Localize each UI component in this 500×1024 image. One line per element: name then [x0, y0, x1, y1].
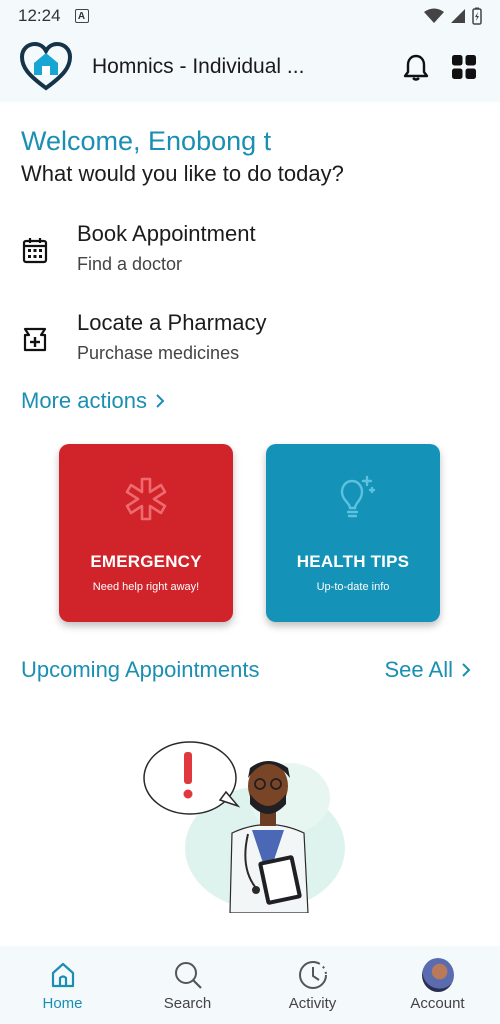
card-title: EMERGENCY — [90, 552, 202, 571]
action-subtitle: Find a doctor — [77, 254, 183, 274]
upcoming-appointments-header: Upcoming Appointments See All — [21, 657, 471, 683]
book-appointment-action[interactable]: Book Appointment Find a doctor — [21, 220, 481, 282]
welcome-section: Welcome, Enobong t What would you like t… — [21, 124, 481, 190]
see-all-label: See All — [384, 657, 454, 682]
more-actions-link[interactable]: More actions — [21, 388, 165, 414]
welcome-question: What would you like to do today? — [21, 161, 344, 186]
signal-icon — [451, 9, 465, 23]
nav-account[interactable]: Account — [383, 957, 493, 1012]
status-time: 12:24 — [18, 6, 61, 25]
home-icon — [51, 962, 74, 987]
more-actions-label: More actions — [21, 388, 147, 413]
doctor-illustration — [143, 741, 345, 913]
search-icon — [174, 961, 202, 989]
app-screen: 12:24 A Homnics - Individual ... Welcome… — [0, 0, 500, 1024]
action-title: Locate a Pharmacy — [77, 310, 267, 335]
card-subtitle: Up-to-date info — [316, 581, 390, 593]
welcome-greeting: Welcome, Enobong t — [21, 126, 272, 156]
bottom-navigation: Home Search Activity Account — [0, 946, 500, 1024]
app-title: Homnics - Individual ... — [92, 55, 305, 78]
app-bar: Homnics - Individual ... — [0, 32, 500, 102]
calendar-icon — [22, 238, 48, 264]
nav-label: Account — [410, 994, 465, 1012]
notifications-button[interactable] — [400, 51, 432, 83]
battery-icon — [472, 7, 482, 25]
clock-icon — [298, 960, 327, 989]
health-tips-card[interactable]: HEALTH TIPS Up-to-date info — [266, 444, 440, 622]
card-subtitle: Need help right away! — [92, 581, 200, 593]
upcoming-title: Upcoming Appointments — [21, 657, 260, 682]
card-title: HEALTH TIPS — [296, 552, 410, 571]
action-subtitle: Purchase medicines — [77, 343, 240, 363]
see-all-link[interactable]: See All — [385, 657, 472, 683]
wifi-icon — [424, 8, 444, 23]
lightbulb-icon — [340, 475, 376, 518]
menu-grid-button[interactable] — [448, 51, 480, 83]
nav-home[interactable]: Home — [8, 959, 118, 1012]
action-title: Book Appointment — [77, 221, 256, 246]
nav-label: Search — [163, 994, 212, 1012]
emergency-card[interactable]: EMERGENCY Need help right away! — [59, 444, 233, 622]
grid-icon — [452, 55, 476, 79]
notification-badge-icon: A — [74, 9, 89, 23]
medical-star-icon — [125, 477, 167, 521]
locate-pharmacy-action[interactable]: Locate a Pharmacy Purchase medicines — [21, 309, 481, 371]
chevron-right-icon — [156, 394, 165, 408]
nav-activity[interactable]: Activity — [258, 959, 368, 1012]
status-bar: 12:24 A — [0, 0, 500, 32]
chevron-right-icon — [462, 663, 471, 677]
heart-house-logo — [20, 41, 72, 91]
nav-label: Home — [42, 994, 83, 1012]
pharmacy-icon — [23, 327, 47, 352]
nav-label: Activity — [288, 994, 337, 1012]
bell-icon — [403, 54, 429, 81]
nav-search[interactable]: Search — [133, 959, 243, 1012]
avatar — [421, 957, 454, 992]
